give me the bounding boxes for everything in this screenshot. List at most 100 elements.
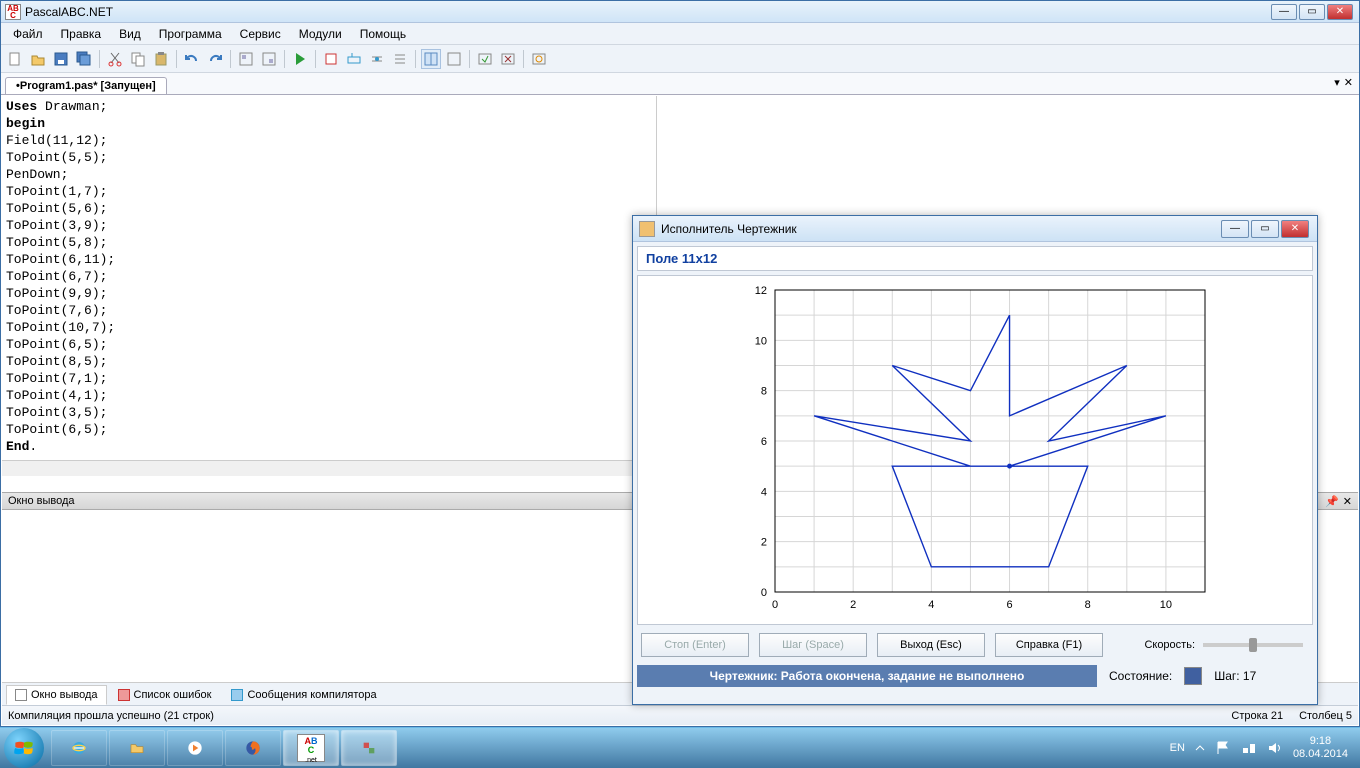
- drawman-close-button[interactable]: ✕: [1281, 220, 1309, 238]
- clock-date: 08.04.2014: [1293, 748, 1348, 761]
- menu-program[interactable]: Программа: [151, 24, 230, 44]
- toolbar-extra-2[interactable]: [498, 49, 518, 69]
- svg-text:8: 8: [761, 386, 767, 398]
- redo-icon[interactable]: [205, 49, 225, 69]
- svg-text:6: 6: [1006, 599, 1012, 611]
- paste-icon[interactable]: [151, 49, 171, 69]
- menu-edit[interactable]: Правка: [53, 24, 110, 44]
- tab-dropdown-icon[interactable]: ▾: [1334, 76, 1340, 89]
- menu-service[interactable]: Сервис: [232, 24, 289, 44]
- exit-button[interactable]: Выход (Esc): [877, 633, 985, 657]
- layout-single-icon[interactable]: [444, 49, 464, 69]
- speed-slider[interactable]: [1203, 643, 1303, 647]
- plot-area: 0246810024681012: [637, 275, 1313, 625]
- toolbar-btn-b[interactable]: [259, 49, 279, 69]
- system-tray: EN 9:18 08.04.2014: [1170, 735, 1356, 761]
- drawman-title: Исполнитель Чертежник: [661, 222, 1221, 236]
- clock-time: 9:18: [1293, 735, 1348, 748]
- help-button[interactable]: Справка (F1): [995, 633, 1103, 657]
- output-close-icon[interactable]: ✕: [1343, 495, 1352, 508]
- step-button[interactable]: Шаг (Space): [759, 633, 867, 657]
- step-out-icon[interactable]: [390, 49, 410, 69]
- status-line: Строка 21: [1231, 710, 1283, 722]
- menu-file[interactable]: Файл: [5, 24, 51, 44]
- tray-expand-icon[interactable]: [1195, 743, 1205, 753]
- minimize-button[interactable]: —: [1271, 4, 1297, 20]
- maximize-button[interactable]: ▭: [1299, 4, 1325, 20]
- toolbar-extra-1[interactable]: [475, 49, 495, 69]
- copy-icon[interactable]: [128, 49, 148, 69]
- state-label: Состояние:: [1109, 669, 1172, 683]
- drawman-icon: [639, 221, 655, 237]
- save-all-icon[interactable]: [74, 49, 94, 69]
- layout-toggle-icon[interactable]: [421, 49, 441, 69]
- menu-modules[interactable]: Модули: [291, 24, 350, 44]
- drawman-window: Исполнитель Чертежник — ▭ ✕ Поле 11x12 0…: [632, 215, 1318, 705]
- taskbar-ie[interactable]: [51, 730, 107, 766]
- editor-scrollbar[interactable]: [2, 460, 656, 476]
- code-editor[interactable]: Uses Drawman; begin Field(11,12); ToPoin…: [2, 96, 657, 476]
- taskbar-drawman[interactable]: [341, 730, 397, 766]
- output-tab-icon: [15, 689, 27, 701]
- svg-text:0: 0: [772, 599, 778, 611]
- output-title: Окно вывода: [8, 495, 75, 507]
- undo-icon[interactable]: [182, 49, 202, 69]
- start-button[interactable]: [4, 728, 44, 768]
- drawman-buttons: Стоп (Enter) Шаг (Space) Выход (Esc) Спр…: [633, 625, 1317, 665]
- taskbar-explorer[interactable]: [109, 730, 165, 766]
- volume-icon[interactable]: [1267, 740, 1283, 756]
- field-label: Поле 11x12: [637, 246, 1313, 271]
- step-over-icon[interactable]: [344, 49, 364, 69]
- app-icon: ABC: [5, 4, 21, 20]
- toolbar: [1, 45, 1359, 73]
- svg-text:12: 12: [755, 285, 767, 297]
- svg-text:10: 10: [755, 335, 767, 347]
- taskbar-firefox[interactable]: [225, 730, 281, 766]
- state-indicator: [1184, 667, 1202, 685]
- svg-text:10: 10: [1160, 599, 1172, 611]
- run-icon[interactable]: [290, 49, 310, 69]
- titlebar[interactable]: ABC PascalABC.NET — ▭ ✕: [1, 1, 1359, 23]
- drawman-minimize-button[interactable]: —: [1221, 220, 1249, 238]
- stop-button[interactable]: Стоп (Enter): [641, 633, 749, 657]
- svg-text:4: 4: [928, 599, 934, 611]
- tab-strip: •Program1.pas* [Запущен] ▾ ✕: [1, 73, 1359, 95]
- stop-icon[interactable]: [321, 49, 341, 69]
- menubar: Файл Правка Вид Программа Сервис Модули …: [1, 23, 1359, 45]
- bottom-tab-compiler[interactable]: Сообщения компилятора: [222, 685, 385, 705]
- toolbar-extra-3[interactable]: [529, 49, 549, 69]
- menu-help[interactable]: Помощь: [352, 24, 414, 44]
- tab-program1[interactable]: •Program1.pas* [Запущен]: [5, 77, 167, 94]
- bottom-tab-output[interactable]: Окно вывода: [6, 685, 107, 705]
- close-button[interactable]: ✕: [1327, 4, 1353, 20]
- menu-view[interactable]: Вид: [111, 24, 149, 44]
- status-col: Столбец 5: [1299, 710, 1352, 722]
- taskbar-media[interactable]: [167, 730, 223, 766]
- plot-canvas: 0246810024681012: [735, 280, 1215, 620]
- clock[interactable]: 9:18 08.04.2014: [1293, 735, 1348, 761]
- drawman-maximize-button[interactable]: ▭: [1251, 220, 1279, 238]
- save-icon[interactable]: [51, 49, 71, 69]
- errors-tab-icon: [118, 689, 130, 701]
- step-into-icon[interactable]: [367, 49, 387, 69]
- new-file-icon[interactable]: [5, 49, 25, 69]
- output-pin-icon[interactable]: 📌: [1325, 495, 1339, 508]
- tab-close-icon[interactable]: ✕: [1344, 76, 1353, 89]
- speed-label: Скорость:: [1144, 639, 1195, 651]
- network-icon[interactable]: [1241, 740, 1257, 756]
- bottom-tab-errors[interactable]: Список ошибок: [109, 685, 221, 705]
- drawman-titlebar[interactable]: Исполнитель Чертежник — ▭ ✕: [633, 216, 1317, 242]
- svg-text:4: 4: [761, 486, 767, 498]
- status-message: Компиляция прошла успешно (21 строк): [8, 710, 214, 722]
- taskbar-pascalabc[interactable]: ABC.net: [283, 730, 339, 766]
- drawman-status: Чертежник: Работа окончена, задание не в…: [637, 665, 1313, 687]
- flag-icon[interactable]: [1215, 740, 1231, 756]
- open-file-icon[interactable]: [28, 49, 48, 69]
- statusbar: Компиляция прошла успешно (21 строк) Стр…: [2, 705, 1358, 725]
- svg-text:6: 6: [761, 436, 767, 448]
- toolbar-btn-a[interactable]: [236, 49, 256, 69]
- drawman-status-msg: Чертежник: Работа окончена, задание не в…: [637, 665, 1097, 687]
- cut-icon[interactable]: [105, 49, 125, 69]
- language-indicator[interactable]: EN: [1170, 742, 1185, 754]
- svg-text:0: 0: [761, 587, 767, 599]
